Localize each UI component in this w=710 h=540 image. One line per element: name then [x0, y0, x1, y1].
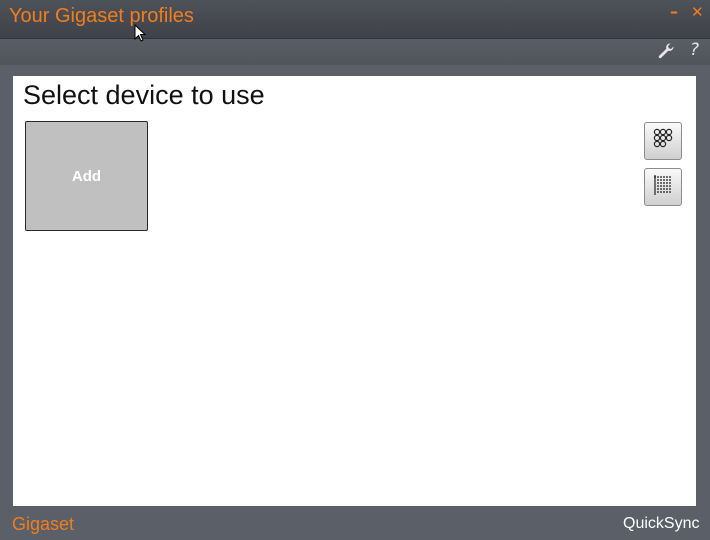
help-button[interactable]: ? — [690, 40, 708, 60]
list-view-button[interactable] — [644, 168, 682, 206]
minimize-button[interactable]: – — [670, 2, 678, 21]
add-device-tile[interactable]: Add — [25, 121, 148, 231]
mouse-pointer-icon — [134, 23, 147, 44]
title-bar[interactable]: Your Gigaset profiles – ✕ — [0, 0, 710, 39]
product-name: QuickSync — [623, 515, 700, 532]
grid-view-icon — [650, 126, 676, 157]
toolbar: ? — [0, 39, 710, 65]
page-title: Select device to use — [23, 80, 265, 110]
main-panel: Select device to use Add — [13, 76, 696, 506]
brand-logo: Gigaset — [12, 514, 75, 534]
wrench-icon[interactable] — [657, 42, 675, 60]
list-view-icon — [650, 172, 676, 203]
close-button[interactable]: ✕ — [691, 3, 704, 21]
footer: Gigaset QuickSync — [0, 508, 710, 540]
grid-view-button[interactable] — [644, 122, 682, 160]
add-tile-label: Add — [71, 167, 102, 185]
app-window: Your Gigaset profiles – ✕ ? Select devic… — [0, 0, 710, 540]
window-title: Your Gigaset profiles — [9, 5, 194, 27]
